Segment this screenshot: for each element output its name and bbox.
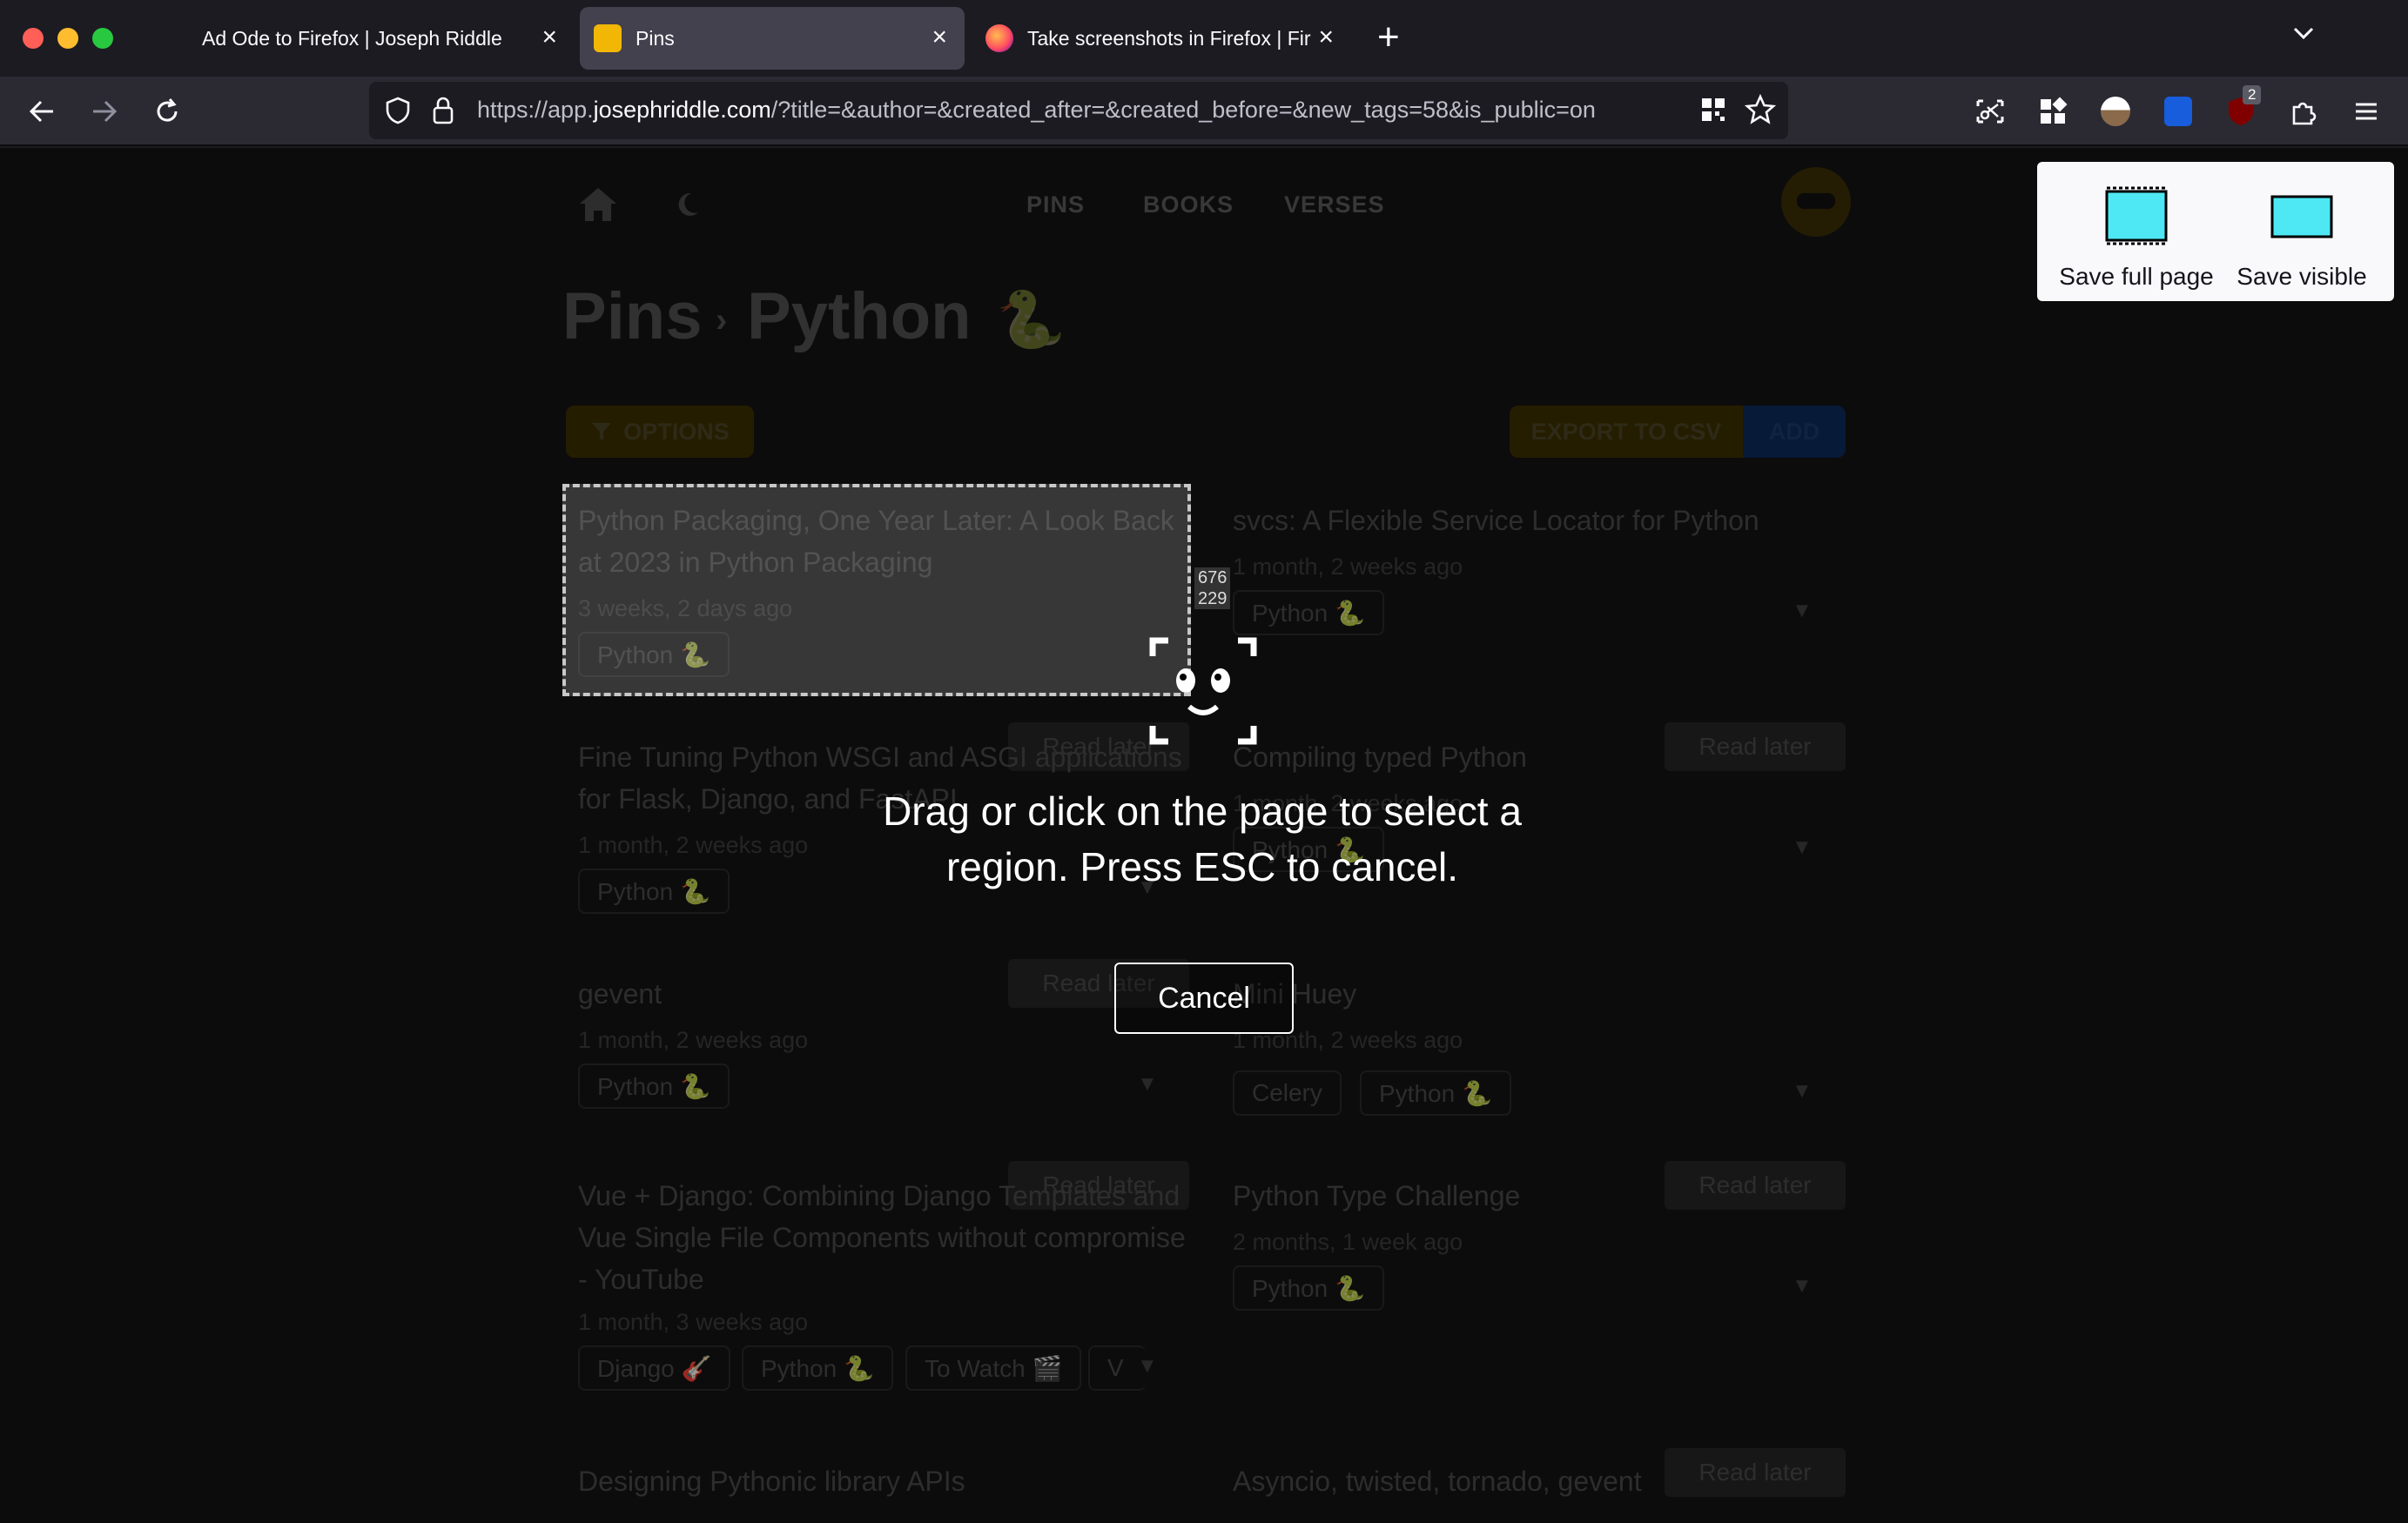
tab-title: Pins xyxy=(636,26,675,50)
list-all-tabs-chevron-down-icon[interactable] xyxy=(2290,19,2317,54)
visible-area-icon xyxy=(2270,195,2333,238)
tab-title: Ad Ode to Firefox | Joseph Riddle xyxy=(202,26,502,50)
zoom-window-button[interactable] xyxy=(92,28,113,49)
selection-width-value: 676 xyxy=(1198,568,1228,587)
extensions-puzzle-icon[interactable] xyxy=(2283,91,2324,132)
instructions-line-1: Drag or click on the page to select a xyxy=(883,788,1522,834)
tab-take-screenshots[interactable]: Take screenshots in Firefox | Fir × xyxy=(968,7,1351,70)
pins-favicon-icon xyxy=(594,24,622,52)
close-tab-icon[interactable]: × xyxy=(541,23,557,52)
address-bar[interactable]: https://app.josephriddle.com/?title=&aut… xyxy=(369,82,1788,139)
screenshot-instructions: Drag or click on the page to select a re… xyxy=(824,783,1581,895)
extension-grid-icon[interactable] xyxy=(2032,91,2074,132)
save-visible-button[interactable]: Save visible xyxy=(2223,162,2380,301)
tab-pins[interactable]: Pins × xyxy=(580,7,965,70)
lock-icon[interactable] xyxy=(430,96,456,130)
tab-bar: Ad Ode to Firefox | Joseph Riddle × Pins… xyxy=(0,0,2408,77)
cancel-button[interactable]: Cancel xyxy=(1114,963,1294,1034)
ublock-count-badge: 2 xyxy=(2243,85,2262,104)
close-tab-icon[interactable]: × xyxy=(932,23,947,52)
forward-arrow-icon[interactable] xyxy=(84,91,125,132)
save-full-page-button[interactable]: Save full page xyxy=(2058,162,2215,301)
new-tab-button[interactable]: + xyxy=(1377,16,1400,59)
instructions-line-2: region. Press ESC to cancel. xyxy=(945,844,1459,889)
hamburger-menu-icon[interactable] xyxy=(2345,91,2387,132)
firefox-favicon-icon xyxy=(985,24,1013,52)
minimize-window-button[interactable] xyxy=(57,28,78,49)
url-text[interactable]: https://app.josephriddle.com/?title=&aut… xyxy=(477,97,1696,124)
selection-height-value: 229 xyxy=(1198,589,1228,608)
close-window-button[interactable] xyxy=(23,28,44,49)
screenshot-hover-selection[interactable] xyxy=(562,484,1191,696)
screenshot-scissors-icon[interactable] xyxy=(1969,91,2011,132)
bookmark-star-icon[interactable] xyxy=(1744,93,1777,130)
selection-size-readout: 676 229 xyxy=(1194,567,1231,609)
save-full-page-label: Save full page xyxy=(2059,263,2214,290)
tab-ode-to-firefox[interactable]: Ad Ode to Firefox | Joseph Riddle × xyxy=(185,7,575,70)
profile-avatar-icon[interactable] xyxy=(2095,91,2136,132)
bitwarden-shield-icon[interactable] xyxy=(2157,91,2199,132)
full-page-icon xyxy=(2105,186,2168,245)
tracking-protection-shield-icon[interactable] xyxy=(383,96,413,130)
ublock-origin-icon[interactable]: 2 xyxy=(2220,85,2262,132)
url-domain: josephriddle.com xyxy=(593,97,771,123)
screenshot-options-panel: Save full page Save visible xyxy=(2037,162,2394,301)
tab-title: Take screenshots in Firefox | Fir xyxy=(1027,26,1311,50)
url-prefix: https://app. xyxy=(477,97,594,123)
back-arrow-icon[interactable] xyxy=(21,91,63,132)
url-path: /?title=&author=&created_after=&created_… xyxy=(770,97,1596,123)
screenshot-face-icon xyxy=(1149,637,1257,749)
navigation-toolbar: https://app.josephriddle.com/?title=&aut… xyxy=(0,77,2408,146)
qr-code-icon[interactable] xyxy=(1699,96,1727,128)
close-tab-icon[interactable]: × xyxy=(1318,23,1334,52)
save-visible-label: Save visible xyxy=(2236,263,2367,290)
reload-icon[interactable] xyxy=(146,91,188,132)
